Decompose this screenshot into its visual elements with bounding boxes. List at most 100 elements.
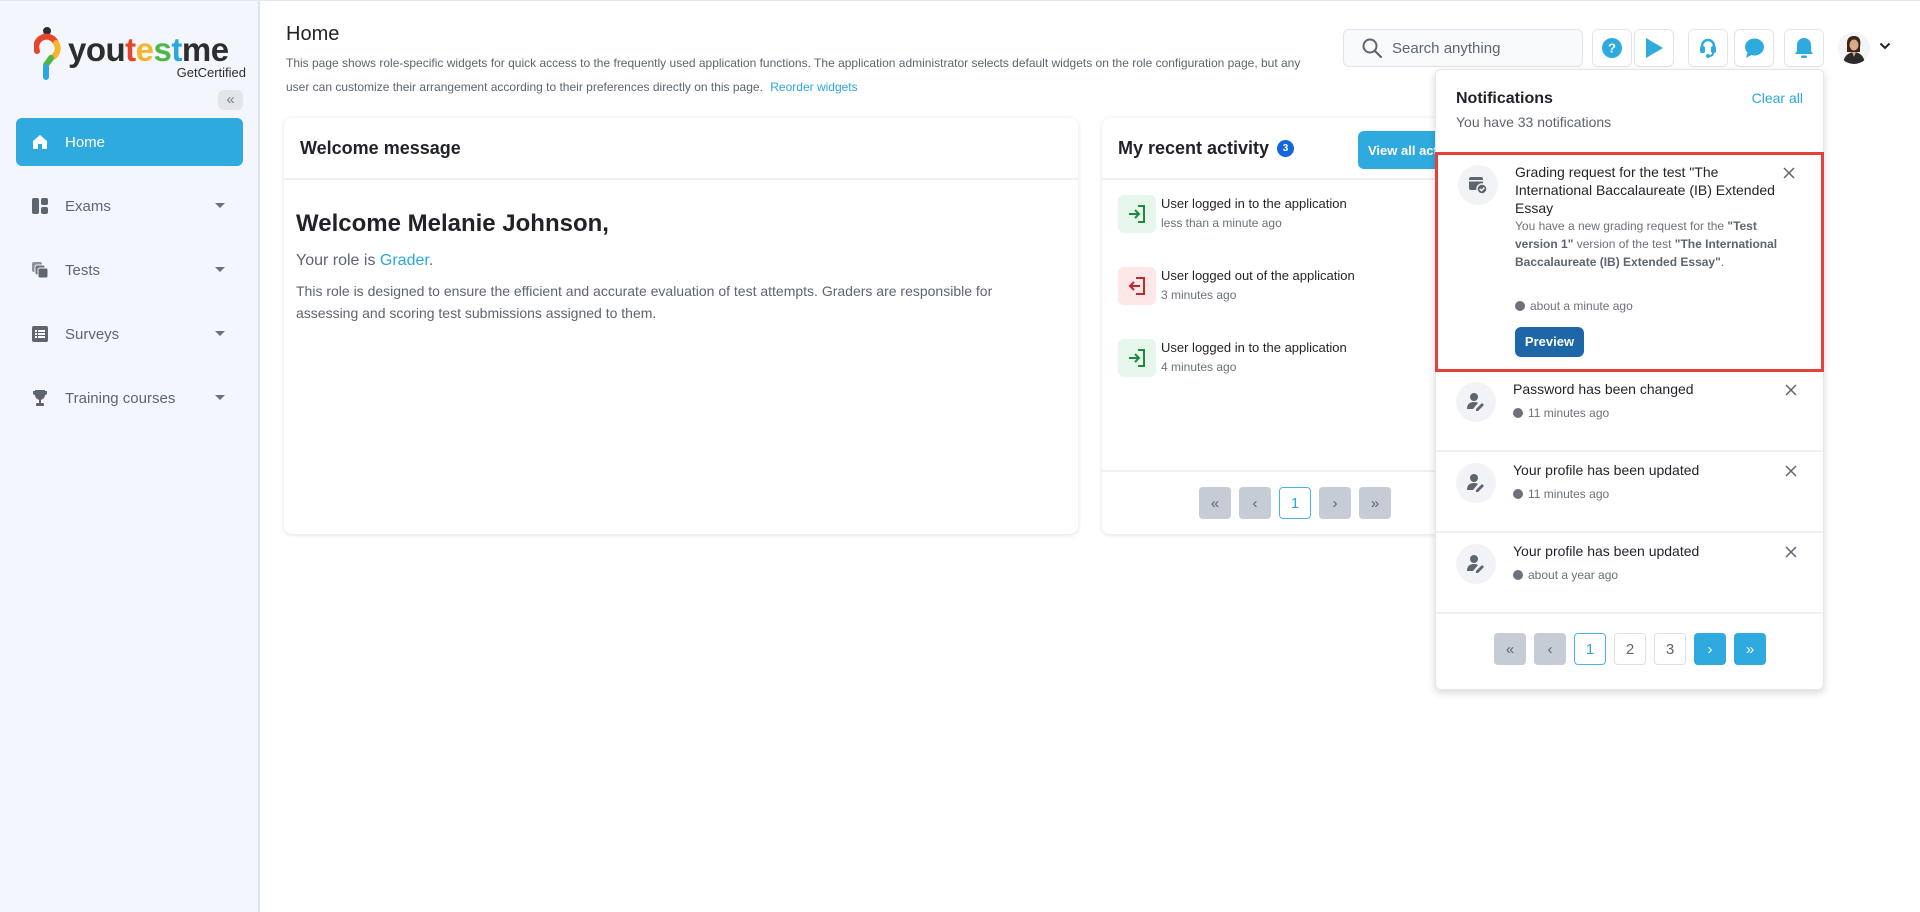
role-link[interactable]: Grader (380, 252, 429, 269)
login-icon (1118, 195, 1156, 233)
chevron-down-icon (215, 395, 225, 400)
chevron-down-icon (215, 331, 225, 336)
notification-time: about a year ago (1513, 568, 1618, 582)
chevron-right-icon: › (1332, 494, 1338, 512)
welcome-widget: Welcome message Welcome Melanie Johnson,… (284, 118, 1078, 534)
page-button[interactable]: 1 (1279, 487, 1311, 519)
notification-time: 11 minutes ago (1513, 406, 1609, 420)
clock-icon (1513, 408, 1523, 418)
activity-item[interactable]: User logged out of the application 3 min… (1118, 267, 1355, 305)
support-button[interactable] (1688, 29, 1728, 67)
stacked-cards-icon (30, 260, 50, 280)
chevron-down-icon (215, 203, 225, 208)
role-line: Your role is Grader. (296, 252, 433, 270)
close-icon[interactable] (1783, 544, 1799, 560)
search-box[interactable] (1343, 29, 1583, 67)
activity-item[interactable]: User logged in to the application 4 minu… (1118, 339, 1347, 377)
notification-item[interactable]: Grading request for the test "The Intern… (1435, 152, 1824, 372)
activity-item[interactable]: User logged in to the application less t… (1118, 195, 1347, 233)
chevron-left-icon: ‹ (1547, 640, 1553, 658)
list-icon (30, 324, 50, 344)
notifications-title: Notifications (1456, 90, 1553, 107)
notification-item[interactable]: Your profile has been updated about a ye… (1436, 534, 1823, 614)
welcome-greeting: Welcome Melanie Johnson, (296, 210, 609, 237)
next-page-button[interactable]: › (1694, 633, 1726, 665)
logo-wordmark: youtestme (68, 31, 229, 68)
notification-time: 11 minutes ago (1513, 487, 1609, 501)
trophy-icon (30, 388, 50, 408)
sidebar-item-training-courses[interactable]: Training courses (16, 374, 243, 422)
page-title: Home (286, 23, 340, 45)
home-icon (30, 132, 50, 152)
clock-icon (1515, 301, 1525, 311)
chevron-down-icon[interactable] (1879, 42, 1891, 50)
search-input[interactable] (1392, 39, 1572, 57)
help-icon: ? (1602, 38, 1622, 58)
bell-icon (1795, 38, 1813, 58)
first-page-button[interactable]: « (1494, 633, 1526, 665)
page-button-2[interactable]: 2 (1614, 633, 1646, 665)
chat-button[interactable] (1734, 29, 1774, 67)
user-avatar[interactable] (1838, 32, 1870, 64)
notifications-button[interactable] (1784, 29, 1824, 67)
preview-button[interactable]: Preview (1515, 327, 1584, 357)
divider (1102, 470, 1442, 472)
sidebar-item-tests[interactable]: Tests (16, 246, 243, 294)
sidebar-item-exams[interactable]: Exams (16, 182, 243, 230)
close-icon[interactable] (1781, 165, 1797, 181)
recent-activity-title: My recent activity (1118, 137, 1270, 158)
page-button-3[interactable]: 3 (1654, 633, 1686, 665)
help-button[interactable]: ? (1592, 29, 1632, 67)
last-page-button[interactable]: » (1734, 633, 1766, 665)
page-button-1[interactable]: 1 (1574, 633, 1606, 665)
sidebar: youtestme GetCertified « Home Exams Test… (0, 1, 260, 912)
notifications-pagination: « ‹ 1 2 3 › » (1494, 633, 1766, 665)
next-page-button[interactable]: › (1319, 487, 1351, 519)
double-chevron-right-icon: » (1745, 640, 1755, 658)
grading-calendar-check-icon (1458, 165, 1498, 205)
logout-icon (1118, 267, 1156, 305)
prev-page-button[interactable]: ‹ (1239, 487, 1271, 519)
search-icon (1362, 38, 1382, 58)
clock-icon (1513, 570, 1523, 580)
reorder-widgets-link[interactable]: Reorder widgets (770, 80, 857, 94)
close-icon[interactable] (1783, 382, 1799, 398)
login-icon (1118, 339, 1156, 377)
page-description: This page shows role-specific widgets fo… (286, 51, 1316, 99)
play-icon (1646, 38, 1663, 58)
clock-icon (1513, 489, 1523, 499)
chevron-down-icon (215, 267, 225, 272)
activity-time: 3 minutes ago (1161, 288, 1237, 302)
activity-count-badge: 3 (1277, 139, 1295, 157)
collapse-sidebar-button[interactable]: « (218, 90, 243, 110)
logo-mark-icon (34, 27, 61, 80)
chat-icon (1745, 38, 1764, 58)
activity-title: User logged in to the application (1161, 196, 1347, 211)
notification-item[interactable]: Password has been changed 11 minutes ago (1436, 372, 1823, 452)
user-edit-icon (1456, 382, 1496, 422)
tutorial-button[interactable] (1634, 29, 1674, 67)
notification-title: Your profile has been updated (1513, 543, 1700, 559)
user-edit-icon (1456, 544, 1496, 584)
notifications-panel: Notifications You have 33 notifications … (1435, 69, 1824, 690)
recent-activity-widget: My recent activity 3 View all activities… (1102, 118, 1468, 534)
first-page-button[interactable]: « (1199, 487, 1231, 519)
activity-title: User logged out of the application (1161, 268, 1355, 283)
sidebar-item-surveys[interactable]: Surveys (16, 310, 243, 358)
activity-pagination: « ‹ 1 › » (1199, 487, 1391, 519)
logo[interactable]: youtestme GetCertified (34, 27, 246, 83)
last-page-button[interactable]: » (1359, 487, 1391, 519)
activity-title: User logged in to the application (1161, 340, 1347, 355)
sidebar-nav: Home Exams Tests Surveys Training course… (16, 118, 243, 438)
sidebar-item-label: Surveys (65, 325, 120, 343)
double-chevron-left-icon: « (226, 91, 235, 108)
role-suffix: . (428, 252, 434, 269)
notification-title: Password has been changed (1513, 381, 1694, 397)
notification-item[interactable]: Your profile has been updated 11 minutes… (1436, 453, 1823, 533)
sidebar-item-home[interactable]: Home (16, 118, 243, 166)
prev-page-button[interactable]: ‹ (1534, 633, 1566, 665)
clear-all-button[interactable]: Clear all (1752, 90, 1803, 106)
activity-time: less than a minute ago (1161, 216, 1282, 230)
close-icon[interactable] (1783, 463, 1799, 479)
double-chevron-right-icon: » (1370, 494, 1380, 512)
